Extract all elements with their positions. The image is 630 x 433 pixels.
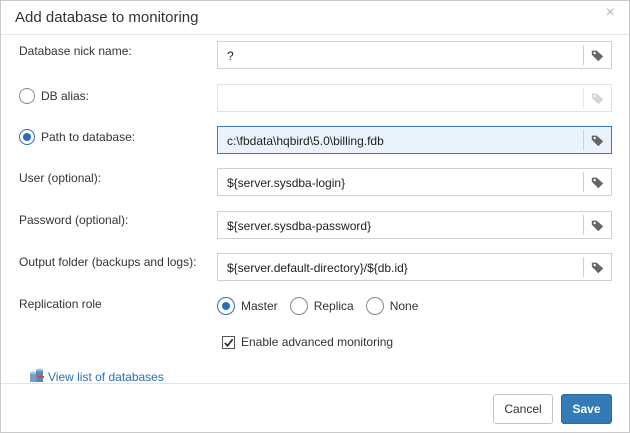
user-field[interactable]: ${server.sysdba-login} [217,168,612,196]
nickname-label: Database nick name: [19,44,132,58]
path-label: Path to database: [41,130,136,144]
replication-options: Master Replica None [217,295,430,317]
tag-icon[interactable] [583,257,611,277]
output-field[interactable]: ${server.default-directory}/${db.id} [217,253,612,281]
replica-radio[interactable] [289,297,308,315]
tag-icon[interactable] [583,172,611,192]
db-alias-label: DB alias: [41,89,90,103]
advanced-monitoring-checkbox[interactable] [222,335,235,349]
output-label: Output folder (backups and logs): [19,255,197,269]
advanced-monitoring-label: Enable advanced monitoring [241,335,394,349]
password-value: ${server.sysdba-password} [227,219,372,233]
path-radio[interactable] [19,129,35,145]
save-button[interactable]: Save [561,394,612,424]
master-label: Master [241,299,278,313]
none-radio[interactable] [365,297,384,315]
password-label: Password (optional): [19,213,129,227]
user-value: ${server.sysdba-login} [227,176,346,190]
replication-option-none[interactable]: None [365,297,419,315]
view-databases-link[interactable]: View list of databases [48,370,164,384]
output-value: ${server.default-directory}/${db.id} [227,261,408,275]
replica-label: Replica [313,299,354,313]
tag-icon[interactable] [583,215,611,235]
tag-icon[interactable] [583,130,611,150]
db-alias-option[interactable]: DB alias: [19,86,89,106]
dialog-footer: Cancel Save [1,383,629,433]
dialog-title-bar: Add database to monitoring × [1,1,629,35]
replication-option-master[interactable]: Master [217,297,278,315]
tag-icon [583,88,611,108]
path-value: c:\fbdata\hqbird\5.0\billing.fdb [227,134,384,148]
db-alias-radio[interactable] [19,88,35,104]
db-alias-field[interactable] [217,84,612,112]
advanced-monitoring-option[interactable]: Enable advanced monitoring [222,335,393,349]
password-field[interactable]: ${server.sysdba-password} [217,211,612,239]
dialog-title: Add database to monitoring [15,9,199,26]
replication-label: Replication role [19,297,102,311]
tag-icon[interactable] [583,45,611,65]
user-label: User (optional): [19,171,102,185]
path-field[interactable]: c:\fbdata\hqbird\5.0\billing.fdb [217,126,612,154]
nickname-value: ? [227,49,234,63]
master-radio[interactable] [217,297,235,315]
none-label: None [389,299,419,313]
close-icon[interactable]: × [606,5,615,21]
cancel-button[interactable]: Cancel [493,394,553,424]
replication-option-replica[interactable]: Replica [289,297,354,315]
nickname-field[interactable]: ? [217,41,612,69]
add-database-dialog: Add database to monitoring × Database ni… [0,0,630,433]
path-option[interactable]: Path to database: [19,127,135,147]
